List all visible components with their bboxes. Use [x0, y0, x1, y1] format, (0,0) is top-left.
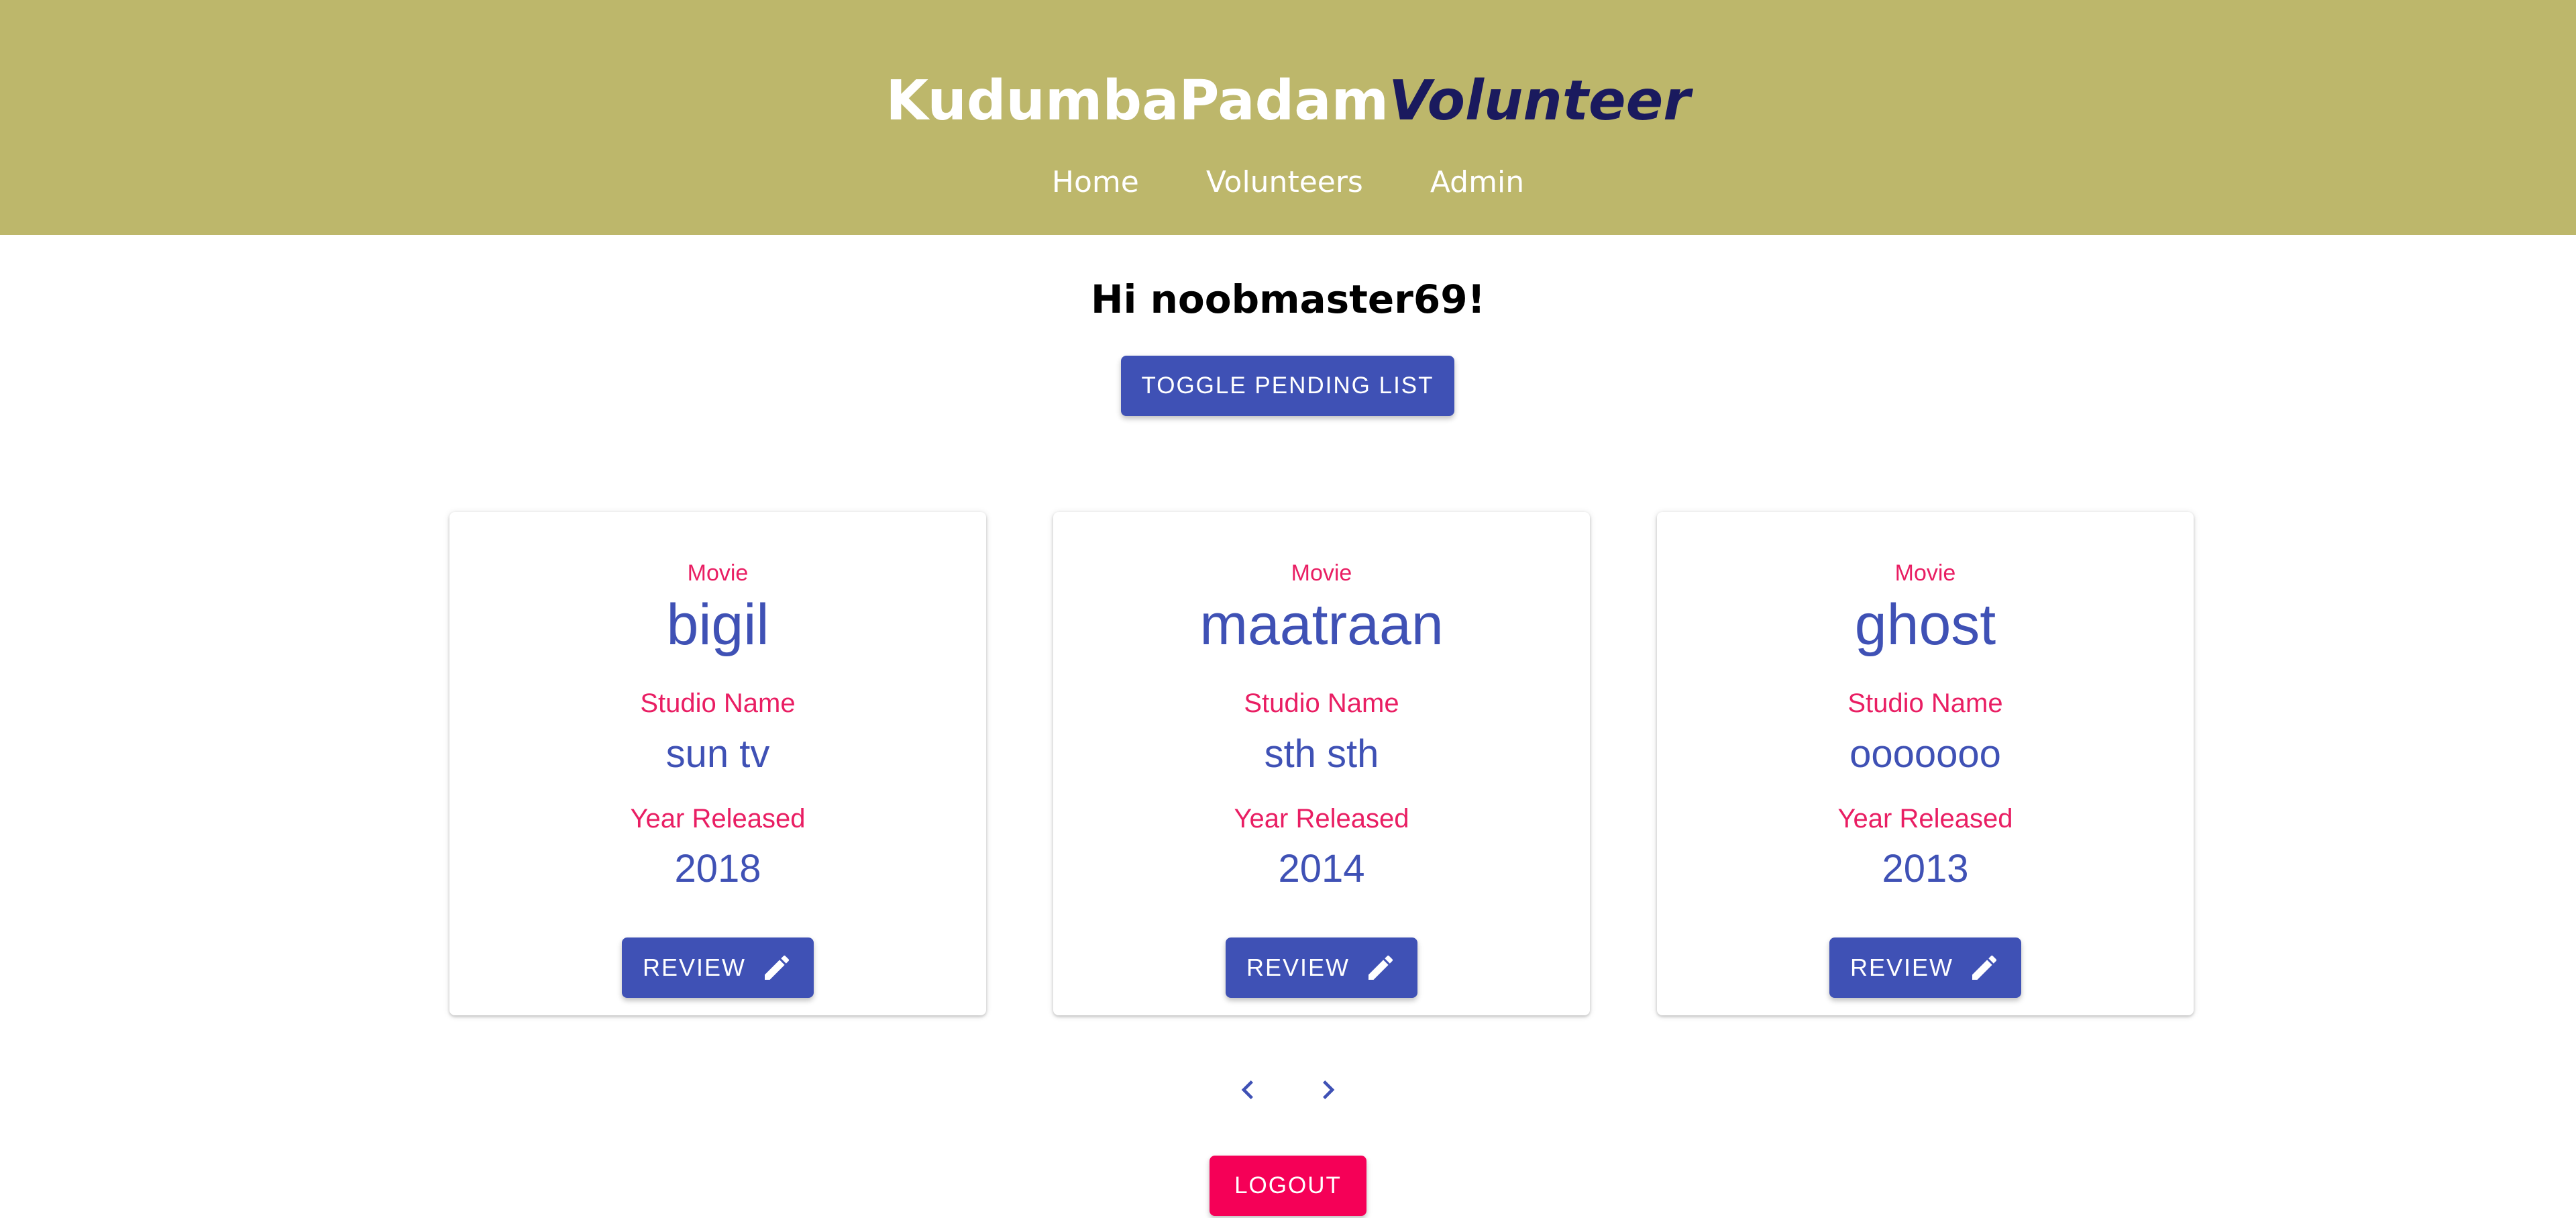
- logout-button[interactable]: LOGOUT: [1210, 1156, 1366, 1216]
- studio-label: Studio Name: [1847, 689, 2003, 718]
- previous-page-button[interactable]: [1229, 1071, 1267, 1109]
- review-button[interactable]: REVIEW: [1829, 937, 2021, 998]
- next-page-button[interactable]: [1309, 1071, 1347, 1109]
- year-label: Year Released: [630, 804, 806, 833]
- year-released: 2014: [1278, 847, 1365, 891]
- movie-card: Movie ghost Studio Name ooooooo Year Rel…: [1657, 512, 2194, 1015]
- chevron-right-icon: [1323, 1080, 1335, 1099]
- studio-label: Studio Name: [1244, 689, 1399, 718]
- movie-label: Movie: [687, 560, 749, 586]
- studio-name: sun tv: [665, 732, 770, 776]
- pencil-icon: [1368, 955, 1393, 980]
- year-label: Year Released: [1837, 804, 2013, 833]
- year-label: Year Released: [1234, 804, 1409, 833]
- studio-name: ooooooo: [1849, 732, 2001, 776]
- chevron-left-icon: [1241, 1080, 1253, 1099]
- movie-name: ghost: [1854, 593, 1996, 657]
- studio-label: Studio Name: [640, 689, 796, 718]
- movie-label: Movie: [1291, 560, 1352, 586]
- review-button-label: REVIEW: [1849, 954, 1953, 981]
- pencil-icon: [765, 955, 790, 980]
- year-released: 2018: [674, 847, 761, 891]
- review-button-label: REVIEW: [642, 954, 746, 981]
- review-button[interactable]: REVIEW: [1226, 937, 1417, 998]
- review-button-label: REVIEW: [1246, 954, 1350, 981]
- movie-name: bigil: [666, 593, 769, 657]
- movie-card: Movie maatraan Studio Name sth sth Year …: [1053, 512, 1590, 1015]
- year-released: 2013: [1882, 847, 1969, 891]
- pencil-icon: [1972, 955, 1997, 980]
- studio-name: sth sth: [1264, 732, 1379, 776]
- movie-card: Movie bigil Studio Name sun tv Year Rele…: [449, 512, 986, 1015]
- review-button[interactable]: REVIEW: [622, 937, 814, 998]
- movie-name: maatraan: [1199, 593, 1444, 657]
- movie-label: Movie: [1894, 560, 1956, 586]
